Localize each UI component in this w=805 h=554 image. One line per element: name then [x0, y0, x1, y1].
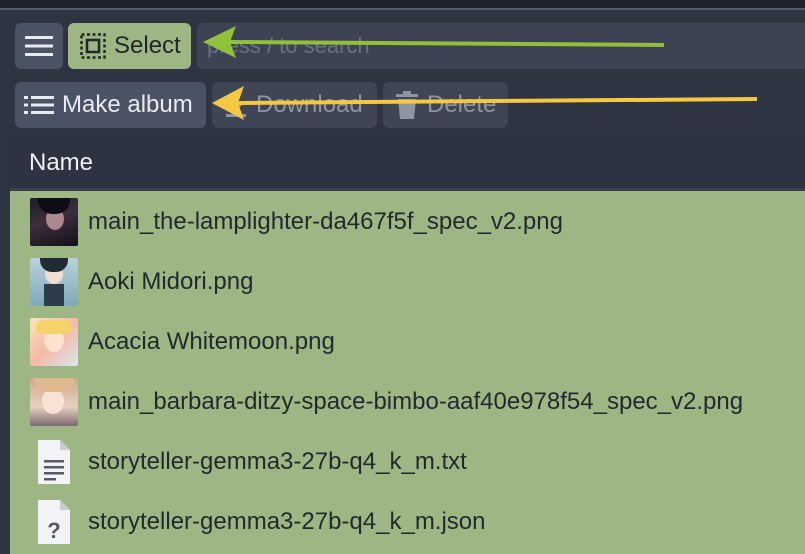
- svg-text:?: ?: [47, 518, 60, 543]
- search-input[interactable]: [205, 32, 805, 60]
- image-thumbnail: [30, 258, 78, 306]
- column-header-label: Name: [29, 148, 94, 176]
- select-label: Select: [114, 32, 181, 59]
- list-icon: [24, 96, 54, 114]
- make-album-button[interactable]: Make album: [15, 82, 206, 128]
- image-thumbnail: [30, 318, 78, 366]
- select-icon: [80, 33, 106, 59]
- window-top-bar: [0, 0, 805, 10]
- hamburger-icon: [25, 36, 53, 56]
- table-row[interactable]: main_barbara-ditzy-space-bimbo-aaf40e978…: [10, 372, 805, 432]
- image-thumbnail: [30, 198, 78, 246]
- table-row[interactable]: ? storyteller-gemma3-27b-q4_k_m.json: [10, 492, 805, 552]
- delete-label: Delete: [427, 91, 497, 118]
- file-name: storyteller-gemma3-27b-q4_k_m.txt: [88, 448, 467, 475]
- table-row[interactable]: Acacia Whitemoon.png: [10, 312, 805, 372]
- image-thumbnail: [30, 378, 78, 426]
- unknown-file-icon: ?: [30, 498, 78, 546]
- table-row[interactable]: Aoki Midori.png: [10, 252, 805, 312]
- file-name: main_the-lamplighter-da467f5f_spec_v2.pn…: [88, 208, 563, 235]
- table-row[interactable]: main_the-lamplighter-da467f5f_spec_v2.pn…: [10, 192, 805, 252]
- file-name: main_barbara-ditzy-space-bimbo-aaf40e978…: [88, 388, 744, 415]
- text-file-icon: [30, 438, 78, 486]
- file-name: Acacia Whitemoon.png: [88, 328, 335, 355]
- file-name: storyteller-gemma3-27b-q4_k_m.json: [88, 508, 486, 535]
- file-table: Name main_the-lamplighter-da467f5f_spec_…: [10, 137, 805, 554]
- trash-icon: [396, 91, 418, 119]
- download-button[interactable]: Download: [212, 82, 377, 128]
- menu-button[interactable]: [15, 23, 63, 69]
- file-name: Aoki Midori.png: [88, 268, 254, 295]
- make-album-label: Make album: [62, 91, 193, 118]
- download-icon: [226, 93, 246, 117]
- select-button[interactable]: Select: [68, 23, 191, 69]
- search-box[interactable]: [197, 23, 805, 69]
- delete-button[interactable]: Delete: [383, 82, 508, 128]
- table-row[interactable]: storyteller-gemma3-27b-q4_k_m.txt: [10, 432, 805, 492]
- download-label: Download: [256, 91, 363, 118]
- column-header-name[interactable]: Name: [10, 137, 805, 191]
